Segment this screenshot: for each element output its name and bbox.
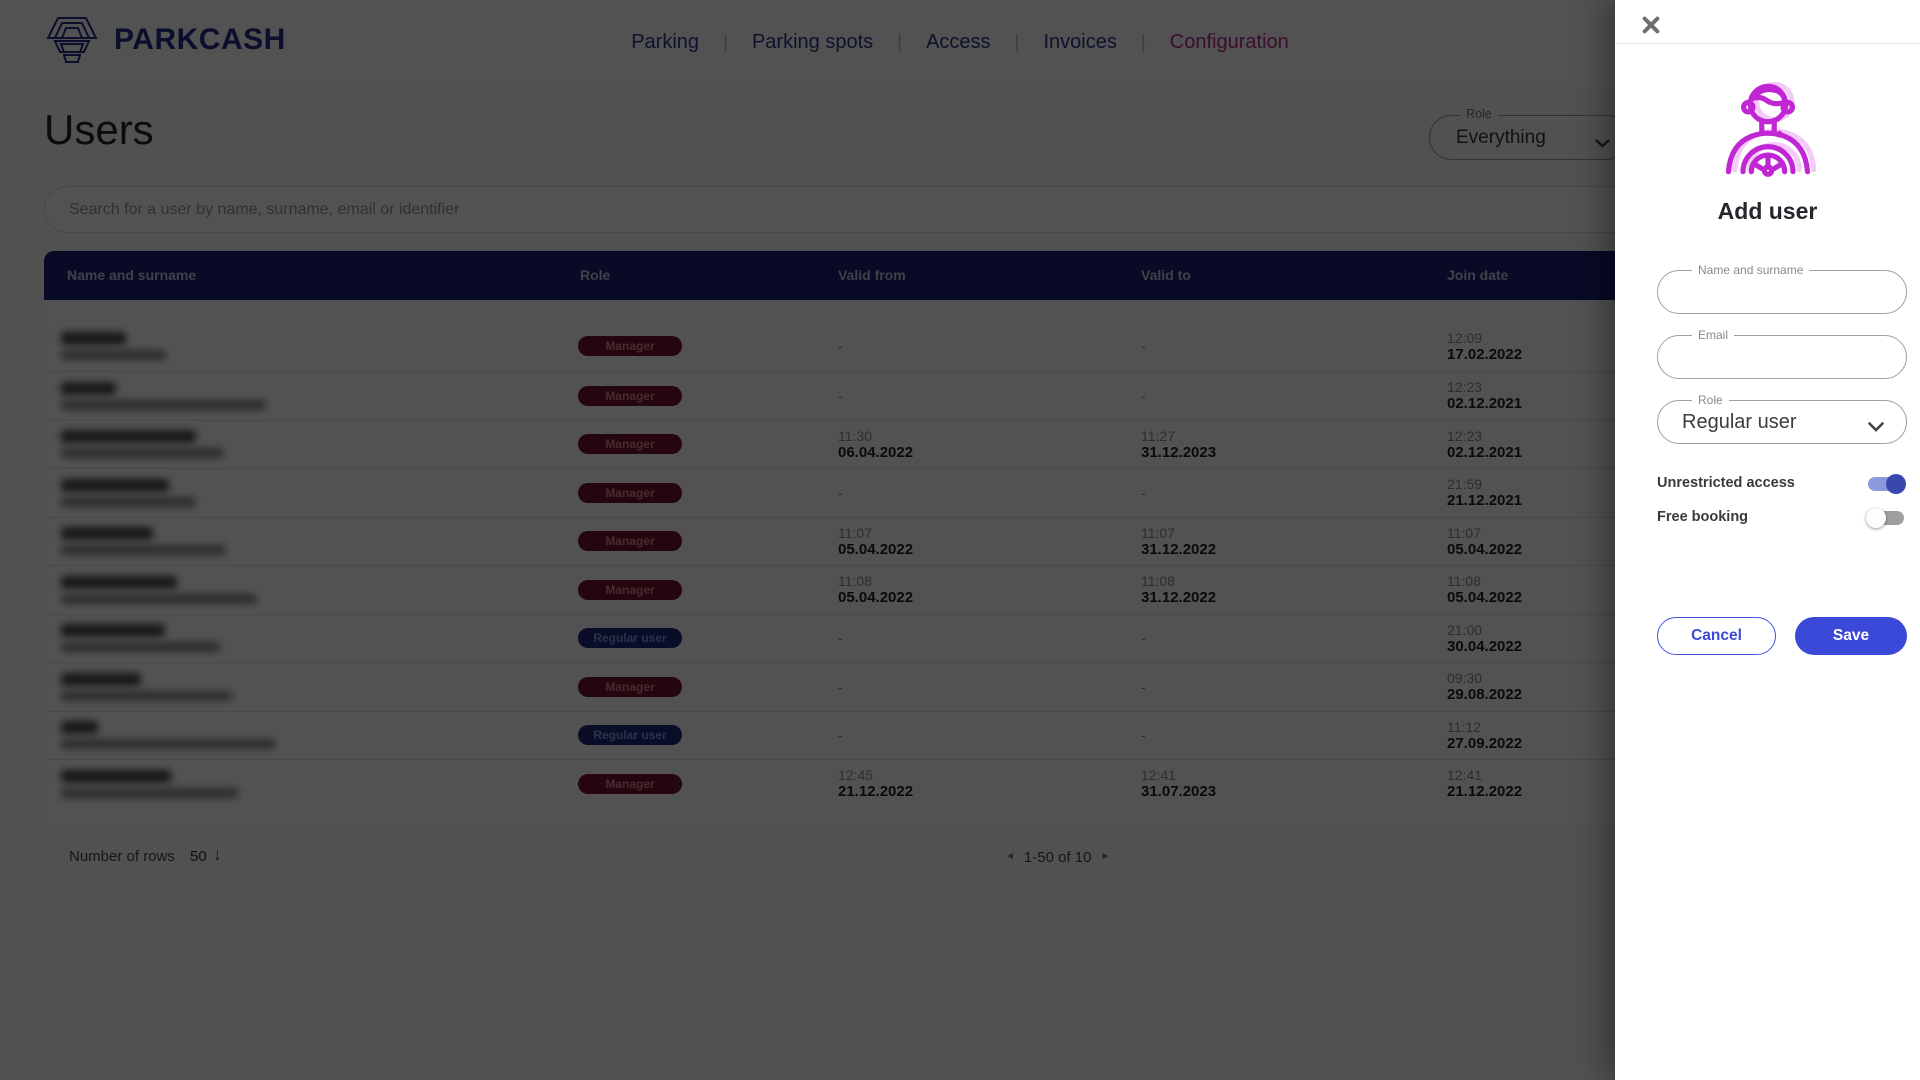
email-field: Email: [1657, 335, 1907, 379]
name-field-label: Name and surname: [1692, 263, 1809, 277]
add-user-drawer: Add user Name and surname Email Role Reg…: [1615, 0, 1920, 1080]
email-input[interactable]: [1658, 336, 1906, 378]
drawer-divider: [1615, 43, 1920, 44]
email-field-label: Email: [1692, 328, 1734, 342]
name-field: Name and surname: [1657, 270, 1907, 314]
drawer-title: Add user: [1615, 198, 1920, 225]
driver-icon: [1615, 76, 1920, 180]
name-input[interactable]: [1658, 271, 1906, 313]
save-button[interactable]: Save: [1795, 617, 1907, 655]
role-select[interactable]: Role Regular user: [1657, 400, 1907, 444]
role-select-value: Regular user: [1682, 401, 1797, 443]
close-icon[interactable]: [1639, 13, 1663, 37]
chevron-down-icon: [1868, 419, 1884, 437]
free-booking-toggle[interactable]: [1868, 511, 1904, 525]
unrestricted-access-toggle[interactable]: [1868, 477, 1904, 491]
unrestricted-access-label: Unrestricted access: [1657, 475, 1795, 491]
toggle-knob: [1866, 508, 1886, 528]
toggle-knob: [1886, 474, 1906, 494]
cancel-button[interactable]: Cancel: [1657, 617, 1776, 655]
free-booking-label: Free booking: [1657, 509, 1748, 525]
